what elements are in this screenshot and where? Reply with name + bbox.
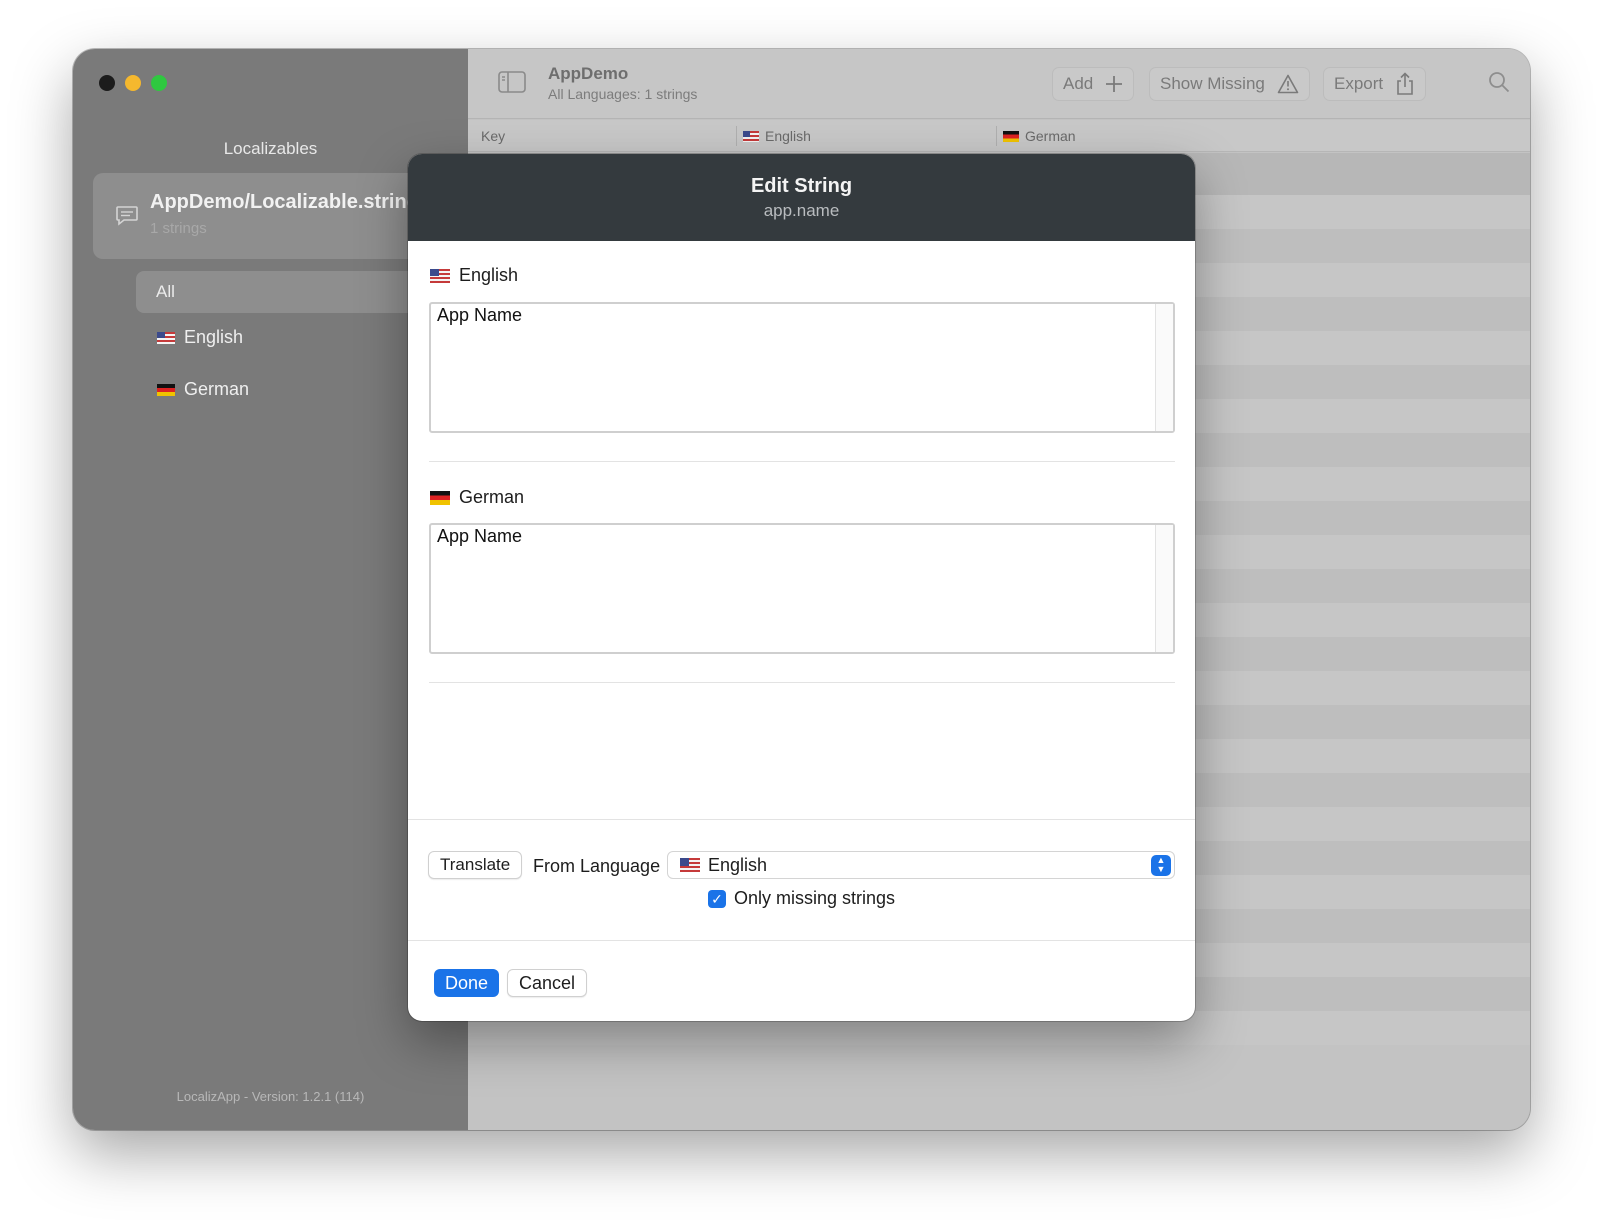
table-header: Key English German bbox=[468, 120, 1530, 152]
export-button[interactable]: Export bbox=[1323, 67, 1427, 101]
translate-button[interactable]: Translate bbox=[428, 851, 523, 879]
minimize-window-button[interactable] bbox=[125, 75, 141, 91]
search-icon[interactable] bbox=[1488, 71, 1510, 93]
scrollbar[interactable] bbox=[1155, 304, 1173, 431]
sidebar-toggle-icon[interactable] bbox=[498, 71, 526, 93]
dialog-title: Edit String bbox=[750, 175, 853, 197]
add-label: Add bbox=[1063, 74, 1094, 93]
column-divider[interactable] bbox=[996, 126, 997, 146]
language-label: German bbox=[459, 487, 525, 507]
sidebar-item-label: German bbox=[184, 379, 250, 399]
done-button[interactable]: Done bbox=[434, 969, 500, 997]
column-divider[interactable] bbox=[736, 126, 737, 146]
de-flag-icon bbox=[1003, 130, 1019, 142]
dialog-key: app.name bbox=[763, 201, 840, 220]
divider bbox=[408, 940, 1195, 941]
show-missing-button[interactable]: Show Missing bbox=[1149, 67, 1310, 101]
divider bbox=[429, 682, 1175, 683]
file-string-count: 1 strings bbox=[150, 220, 207, 237]
german-text-value: App Name bbox=[437, 526, 523, 546]
column-label: English bbox=[765, 128, 811, 144]
language-label: English bbox=[459, 265, 519, 285]
german-field-label: German bbox=[430, 487, 524, 508]
chevron-up-down-icon: ▲ ▼ bbox=[1151, 855, 1171, 876]
column-label: Key bbox=[481, 128, 506, 144]
from-language-value: English bbox=[708, 854, 768, 875]
us-flag-icon bbox=[680, 858, 700, 872]
column-label: German bbox=[1025, 128, 1076, 144]
sidebar-item-german[interactable]: German bbox=[157, 379, 249, 400]
only-missing-checkbox-row[interactable]: ✓ Only missing strings bbox=[708, 888, 895, 909]
dialog-header: Edit String app.name bbox=[408, 154, 1195, 241]
share-icon bbox=[1397, 72, 1413, 95]
divider bbox=[429, 461, 1175, 462]
from-language-select[interactable]: English ▲ ▼ bbox=[667, 851, 1175, 879]
only-missing-label: Only missing strings bbox=[734, 888, 896, 908]
only-missing-checkbox[interactable]: ✓ bbox=[708, 889, 726, 908]
window-controls bbox=[99, 75, 167, 91]
export-label: Export bbox=[1334, 74, 1384, 93]
from-language-label: From Language bbox=[533, 856, 661, 876]
toolbar: AppDemo All Languages: 1 strings Add Sho… bbox=[468, 49, 1530, 119]
de-flag-icon bbox=[157, 383, 175, 396]
us-flag-icon bbox=[743, 130, 759, 142]
edit-string-dialog: Edit String app.name English App Name Ge… bbox=[408, 154, 1195, 1021]
divider bbox=[408, 819, 1195, 820]
english-text-field[interactable]: App Name bbox=[429, 302, 1175, 433]
us-flag-icon bbox=[430, 268, 450, 283]
german-text-field[interactable]: App Name bbox=[429, 523, 1175, 654]
english-field-label: English bbox=[430, 265, 518, 286]
english-text-value: App Name bbox=[437, 305, 523, 325]
version-label: LocalizApp - Version: 1.2.1 (114) bbox=[176, 1089, 365, 1104]
sidebar-item-english[interactable]: English bbox=[157, 327, 243, 348]
toolbar-title: AppDemo bbox=[548, 64, 629, 83]
column-header-german[interactable]: German bbox=[1003, 128, 1076, 144]
cancel-button[interactable]: Cancel bbox=[507, 969, 588, 997]
zoom-window-button[interactable] bbox=[151, 75, 167, 91]
show-missing-label: Show Missing bbox=[1160, 74, 1265, 93]
sidebar-item-label: English bbox=[184, 327, 244, 347]
file-title: AppDemo/Localizable.strings bbox=[150, 191, 431, 213]
message-bubble-icon bbox=[116, 206, 138, 226]
de-flag-icon bbox=[430, 490, 450, 505]
sidebar-heading: Localizables bbox=[223, 139, 318, 158]
close-window-button[interactable] bbox=[99, 75, 115, 91]
us-flag-icon bbox=[157, 331, 175, 344]
scrollbar[interactable] bbox=[1155, 525, 1173, 652]
toolbar-subtitle: All Languages: 1 strings bbox=[548, 86, 698, 102]
plus-icon bbox=[1106, 76, 1123, 92]
column-header-english[interactable]: English bbox=[743, 128, 811, 144]
add-button[interactable]: Add bbox=[1052, 67, 1135, 101]
column-header-key[interactable]: Key bbox=[481, 128, 505, 144]
warning-triangle-icon bbox=[1277, 74, 1299, 94]
